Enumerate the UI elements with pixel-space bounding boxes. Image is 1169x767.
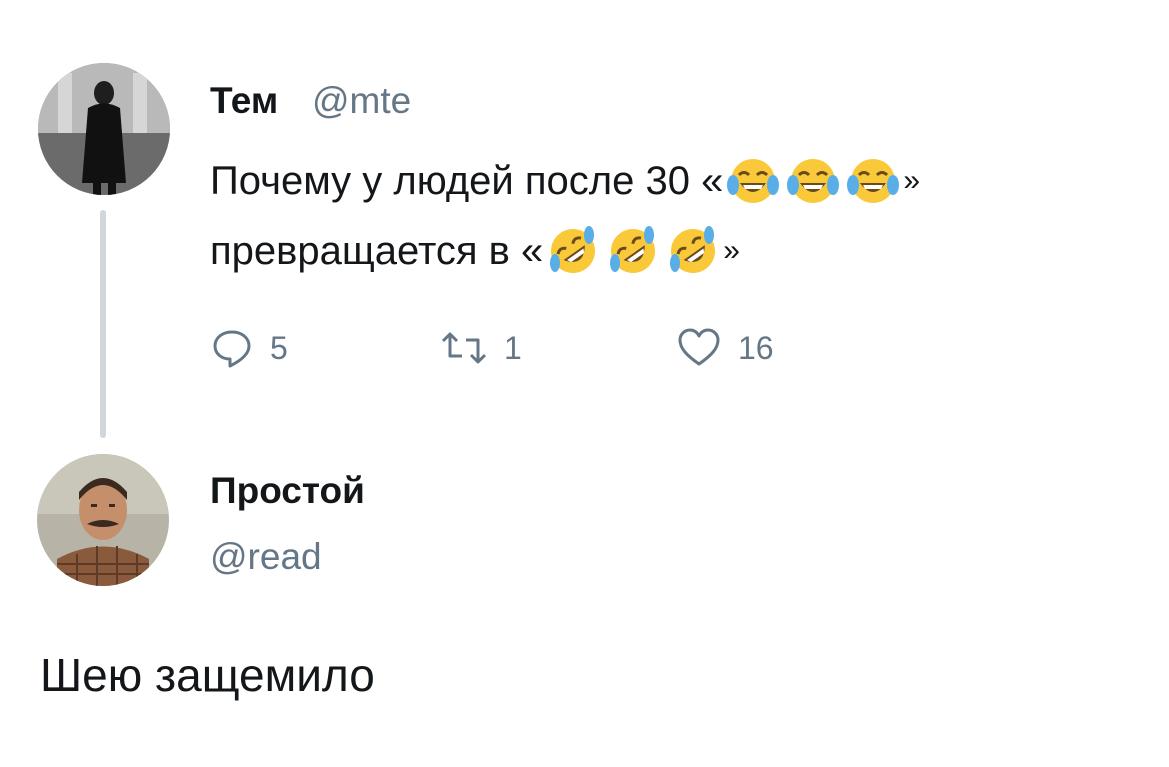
like-count: 16: [738, 329, 774, 366]
avatar-mte[interactable]: [38, 63, 170, 195]
face-with-tears-of-joy-icon: [787, 159, 840, 203]
reply-count: 5: [270, 329, 288, 366]
reply-author-handle[interactable]: @read: [210, 536, 322, 578]
rolling-on-the-floor-laughing-icon: [610, 226, 656, 273]
retweet-count: 1: [504, 329, 522, 366]
rolling-on-the-floor-laughing-icon: [670, 226, 716, 273]
tweet-text-line-2: превращается в « »: [210, 216, 1110, 286]
tweet-text-part-3: превращается в «: [210, 229, 544, 273]
tweet-text: Почему у людей после 30 « » превращается…: [210, 146, 1110, 286]
reply-author-name[interactable]: Простой: [210, 470, 365, 512]
avatar-photo: [37, 454, 169, 586]
author-name[interactable]: Тем: [210, 80, 278, 122]
face-with-tears-of-joy-icon: [847, 159, 900, 203]
tweet-text-part-1: Почему у людей после 30 «: [210, 159, 724, 203]
avatar-read[interactable]: [37, 454, 169, 586]
face-with-tears-of-joy-icon: [727, 159, 780, 203]
reply-button[interactable]: 5: [210, 326, 288, 370]
thread-connector-line: [100, 210, 106, 438]
heart-icon: [678, 328, 720, 366]
tweet-text-part-4: »: [723, 234, 740, 267]
tweet-text-line-1: Почему у людей после 30 « »: [210, 146, 1110, 216]
reply-text: Шею защемило: [40, 649, 375, 701]
reply-icon: [213, 330, 251, 368]
tweet-text-part-2: »: [903, 164, 921, 197]
author-handle[interactable]: @mte: [312, 80, 411, 122]
retweet-icon: [441, 332, 487, 364]
like-button[interactable]: 16: [676, 326, 774, 370]
retweet-button[interactable]: 1: [440, 326, 522, 370]
tweet-actions: 5 1 16: [210, 326, 850, 376]
rolling-on-the-floor-laughing-icon: [550, 226, 596, 273]
avatar-photo: [38, 63, 170, 195]
